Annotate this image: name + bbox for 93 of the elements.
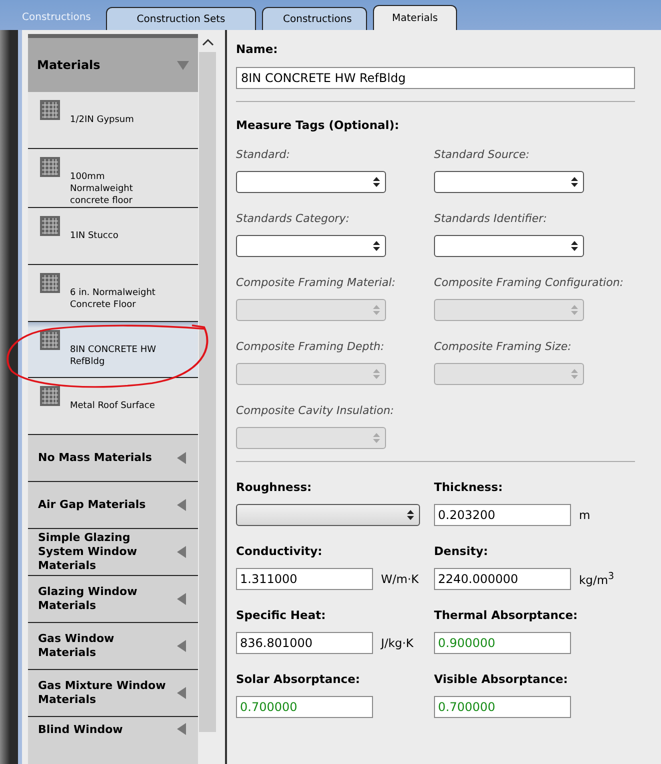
category-title: Air Gap Materials [38, 498, 147, 512]
expand-arrow-icon[interactable] [176, 499, 188, 512]
spin-arrows-icon [373, 432, 380, 444]
spin-arrows-icon [571, 176, 578, 188]
spin-arrows-icon [571, 368, 578, 380]
category-title: Simple Glazing System Window Materials [38, 531, 138, 574]
material-item[interactable]: 1/2IN Gypsum [28, 92, 198, 150]
category-title: Gas Mixture Window Materials [38, 678, 167, 707]
category-title: Glazing Window Materials [38, 584, 138, 613]
unit-label: J/kg·K [381, 636, 414, 650]
field-label: Standards Identifier: [434, 212, 548, 225]
expand-arrow-icon[interactable] [176, 592, 188, 605]
category-header[interactable]: Glazing Window Materials [28, 576, 198, 623]
field-label: Thickness: [434, 480, 504, 494]
category-title: Gas Window Materials [38, 632, 116, 660]
category-header[interactable]: Gas Window Materials [28, 622, 198, 670]
field-label: Standard Source: [434, 148, 530, 161]
material-item[interactable]: 6 in. Normalweight Concrete Floor [28, 264, 198, 322]
material-grid-icon [40, 386, 60, 406]
field-label: Composite Framing Material: [236, 276, 396, 289]
section-title: Materials [37, 58, 100, 72]
field-label: Composite Cavity Insulation: [236, 404, 396, 417]
number-field[interactable]: 836.801000 [236, 632, 373, 654]
dropdown[interactable] [434, 171, 584, 193]
field-label: Roughness: [236, 480, 313, 494]
field-label: Conductivity: [236, 544, 324, 558]
tab[interactable]: Constructions [262, 7, 367, 30]
category-header[interactable]: Gas Mixture Window Materials [28, 670, 198, 717]
dropdown[interactable] [236, 171, 386, 193]
field-label: Name: [236, 42, 279, 56]
field-label: Standard: [236, 148, 291, 161]
material-item[interactable]: 100mm Normalweight concrete floor [28, 149, 198, 208]
material-grid-icon [40, 272, 60, 293]
dropdown[interactable] [434, 235, 584, 257]
field-label: Density: [434, 544, 489, 558]
material-name: 8IN CONCRETE HW RefBldg [70, 344, 158, 368]
spin-arrows-icon [373, 304, 380, 316]
scroll-up-icon[interactable] [202, 38, 214, 46]
material-grid-icon [40, 100, 60, 120]
number-field[interactable]: 0.203200 [434, 504, 571, 526]
tab[interactable]: Construction Sets [106, 7, 256, 30]
number-field[interactable]: 0.900000 [434, 632, 571, 654]
expand-arrow-icon[interactable] [176, 546, 188, 558]
category-header[interactable]: Simple Glazing System Window Materials [28, 529, 198, 576]
field-label: Composite Framing Size: [434, 340, 572, 353]
material-name: 1/2IN Gypsum [70, 114, 135, 126]
category-title: Blind Window [38, 722, 124, 737]
category-title: No Mass Materials [38, 451, 153, 466]
material-name: Metal Roof Surface [70, 400, 156, 412]
number-field[interactable]: 0.700000 [236, 696, 373, 718]
expand-arrow-icon[interactable] [176, 722, 188, 735]
spin-arrows-icon [373, 176, 380, 188]
tab[interactable]: Materials [373, 5, 457, 30]
number-field[interactable]: 2240.000000 [434, 568, 571, 590]
number-field[interactable]: 0.700000 [434, 696, 571, 718]
dropdown[interactable] [236, 235, 386, 257]
unit-label: m [579, 508, 590, 522]
dropdown[interactable] [236, 504, 420, 526]
material-item[interactable]: Metal Roof Surface [28, 378, 198, 436]
spin-arrows-icon [407, 509, 414, 521]
field-label: Composite Framing Depth: [236, 340, 386, 353]
expand-arrow-icon[interactable] [176, 640, 188, 652]
section-header[interactable]: Materials [28, 34, 198, 92]
spin-arrows-icon [571, 304, 578, 316]
material-grid-icon [40, 157, 60, 178]
material-grid-icon [40, 330, 60, 350]
field-label: Visible Absorptance: [434, 672, 569, 686]
name-field[interactable]: 8IN CONCRETE HW RefBldg [236, 67, 635, 89]
collapse-arrow-icon[interactable] [177, 59, 189, 72]
material-item[interactable]: 8IN CONCRETE HW RefBldg [28, 322, 198, 378]
unit-label: kg/m$^{3}$ [579, 571, 614, 587]
scroll-thumb[interactable] [199, 52, 216, 732]
section-title: Measure Tags (Optional): [236, 118, 400, 132]
material-grid-icon [40, 216, 60, 236]
spin-arrows-icon [373, 240, 380, 252]
material-name: 1IN Stucco [70, 230, 120, 242]
material-item[interactable]: 1IN Stucco [28, 208, 198, 265]
spin-arrows-icon [571, 240, 578, 252]
number-field[interactable]: 1.311000 [236, 568, 373, 590]
expand-arrow-icon[interactable] [176, 452, 188, 464]
spin-arrows-icon [373, 368, 380, 380]
field-label: Thermal Absorptance: [434, 608, 579, 622]
field-label: Composite Framing Configuration: [434, 276, 624, 289]
unit-label: W/m·K [381, 572, 419, 586]
expand-arrow-icon[interactable] [176, 686, 188, 699]
field-label: Solar Absorptance: [236, 672, 362, 686]
field-label: Standards Category: [236, 212, 350, 225]
category-header[interactable]: Air Gap Materials [28, 482, 198, 530]
category-header[interactable]: Blind Window [28, 716, 198, 764]
material-name: 100mm Normalweight concrete floor [70, 171, 134, 208]
field-label: Specific Heat: [236, 608, 327, 622]
material-name: 6 in. Normalweight Concrete Floor [70, 286, 156, 311]
category-header[interactable]: No Mass Materials [28, 435, 198, 482]
